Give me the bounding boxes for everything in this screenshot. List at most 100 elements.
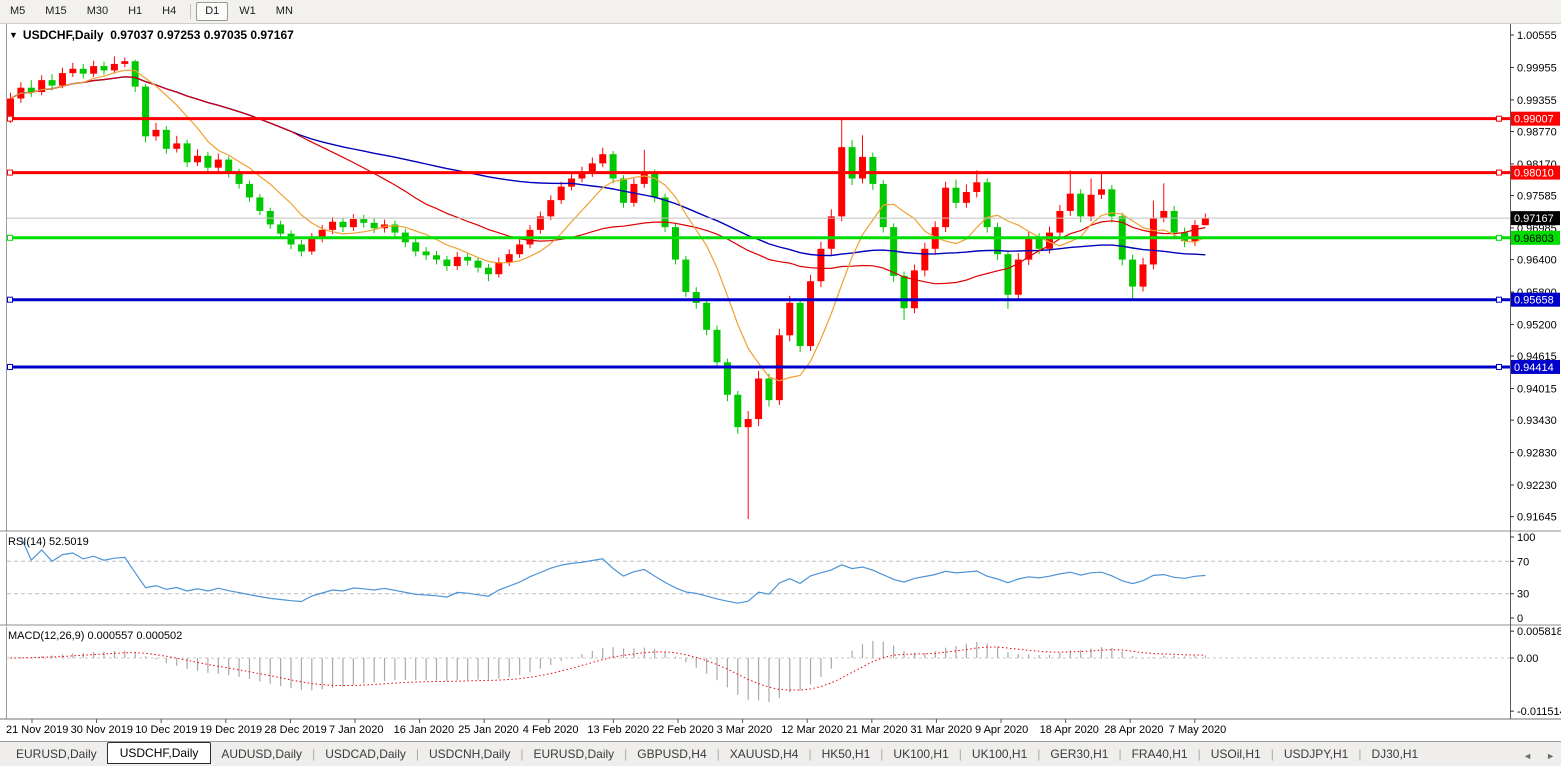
line-handle (1497, 297, 1502, 302)
timeframe-button-h1[interactable]: H1 (119, 2, 151, 21)
rsi-axis-label: 30 (1517, 589, 1529, 601)
candle-down (277, 224, 284, 233)
candle-down (1171, 211, 1178, 233)
tab-xauusd-h4[interactable]: XAUUSD,H4 (720, 744, 809, 764)
price-badge-label: 0.99007 (1514, 114, 1554, 126)
candle-down (475, 261, 482, 268)
tab-usdchf-daily[interactable]: USDCHF,Daily (107, 742, 212, 764)
line-handle (1497, 364, 1502, 369)
tab-gbpusd-h4[interactable]: GBPUSD,H4 (627, 744, 716, 764)
candle-up (817, 249, 824, 281)
candle-up (1160, 211, 1167, 218)
candle-down (765, 379, 772, 401)
candle-up (329, 222, 336, 230)
candle-up (911, 270, 918, 308)
candle-down (1077, 194, 1084, 217)
rsi-axis-label: 100 (1517, 532, 1535, 544)
tab-usdcnh-daily[interactable]: USDCNH,Daily (419, 744, 520, 764)
candle-down (360, 219, 367, 223)
candle-down (423, 251, 430, 255)
candle-up (59, 73, 66, 85)
tab-uk100-h1[interactable]: UK100,H1 (962, 744, 1037, 764)
timeframe-button-mn[interactable]: MN (267, 2, 302, 21)
tab-hk50-h1[interactable]: HK50,H1 (812, 744, 881, 764)
timeframe-button-w1[interactable]: W1 (230, 2, 265, 21)
candle-down (651, 173, 658, 197)
price-badge-label: 0.94414 (1514, 362, 1554, 374)
candle-down (371, 223, 378, 228)
tab-usdjpy-h1[interactable]: USDJPY,H1 (1274, 744, 1358, 764)
candle-up (350, 219, 357, 227)
line-handle (8, 235, 13, 240)
candle-up (454, 257, 461, 266)
macd-axis-label: 0.005818 (1517, 626, 1561, 638)
timeframe-button-m30[interactable]: M30 (78, 2, 117, 21)
candle-up (1140, 264, 1147, 286)
line-handle (8, 364, 13, 369)
tab-eurusd-daily[interactable]: EURUSD,Daily (523, 744, 624, 764)
candle-down (1036, 238, 1043, 249)
chart-canvas[interactable]: 1.005550.999550.993550.987700.981700.975… (0, 0, 1561, 741)
price-tick-label: 0.99955 (1517, 62, 1557, 74)
tab-eurusd-daily[interactable]: EURUSD,Daily (6, 744, 107, 764)
candle-up (506, 254, 513, 262)
timeframe-button-h4[interactable]: H4 (153, 2, 185, 21)
candle-up (69, 69, 76, 73)
date-label: 19 Dec 2019 (200, 724, 262, 736)
tab-usdcad-daily[interactable]: USDCAD,Daily (315, 744, 416, 764)
line-handle (8, 116, 13, 121)
candle-down (1129, 260, 1136, 287)
date-label: 28 Dec 2019 (264, 724, 326, 736)
candle-up (495, 262, 502, 274)
macd-axis-label: 0.00 (1517, 653, 1538, 665)
price-tick-label: 0.97585 (1517, 191, 1557, 203)
chart-symbol-label: USDCHF,Daily (23, 28, 104, 42)
tab-usoil-h1[interactable]: USOil,H1 (1201, 744, 1271, 764)
line-handle (8, 170, 13, 175)
date-label: 16 Jan 2020 (394, 724, 455, 736)
date-label: 22 Feb 2020 (652, 724, 714, 736)
candle-up (973, 182, 980, 192)
chart-dropdown-icon[interactable]: ▼ (9, 30, 18, 40)
candle-down (204, 156, 211, 168)
candle-up (1098, 189, 1105, 194)
tab-scroll-right-icon[interactable]: ► (1546, 751, 1555, 761)
candle-down (610, 154, 617, 178)
candle-up (745, 419, 752, 427)
candle-down (412, 242, 419, 251)
candle-up (1067, 194, 1074, 211)
price-tick-label: 0.95200 (1517, 319, 1557, 331)
candle-up (215, 160, 222, 168)
candle-down (443, 260, 450, 266)
date-label: 25 Jan 2020 (458, 724, 519, 736)
candle-down (952, 188, 959, 203)
timeframe-button-m15[interactable]: M15 (36, 2, 75, 21)
tab-scroll-left-icon[interactable]: ◄ (1523, 751, 1532, 761)
date-label: 4 Feb 2020 (523, 724, 579, 736)
price-tick-label: 0.92230 (1517, 480, 1557, 492)
chart-ohlc-values: 0.97037 0.97253 0.97035 0.97167 (110, 28, 294, 42)
line-handle (1497, 235, 1502, 240)
price-tick-label: 0.93430 (1517, 415, 1557, 427)
tab-dj30-h1[interactable]: DJ30,H1 (1361, 744, 1428, 764)
candle-down (797, 303, 804, 346)
tab-ger30-h1[interactable]: GER30,H1 (1040, 744, 1118, 764)
price-badge-label: 0.95658 (1514, 295, 1554, 307)
candle-down (49, 80, 56, 85)
rsi-axis-label: 0 (1517, 613, 1523, 625)
tab-uk100-h1[interactable]: UK100,H1 (883, 744, 958, 764)
macd-axis-label: -0.011514 (1517, 706, 1561, 718)
timeframe-button-d1[interactable]: D1 (196, 2, 228, 21)
candle-down (184, 143, 191, 162)
candle-down (246, 184, 253, 198)
candle-down (236, 173, 243, 184)
candle-up (1202, 218, 1209, 225)
price-tick-label: 0.92830 (1517, 448, 1557, 460)
candle-up (786, 303, 793, 335)
tab-fra40-h1[interactable]: FRA40,H1 (1122, 744, 1198, 764)
timeframe-button-m5[interactable]: M5 (1, 2, 34, 21)
price-tick-label: 0.94015 (1517, 384, 1557, 396)
tab-audusd-daily[interactable]: AUDUSD,Daily (211, 744, 312, 764)
candle-up (90, 66, 97, 74)
candle-up (152, 130, 159, 136)
